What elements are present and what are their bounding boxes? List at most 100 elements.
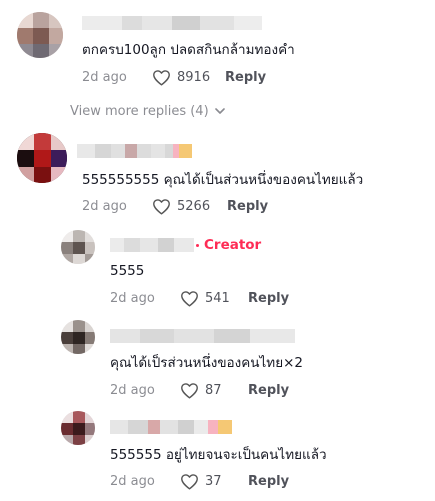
avatar-pixel	[17, 12, 33, 28]
heart-outline-icon	[153, 198, 170, 215]
like-button[interactable]: 8916	[152, 69, 225, 86]
view-more-label: View more replies (4)	[70, 104, 209, 119]
view-more-replies-button[interactable]: View more replies (4)	[70, 104, 225, 119]
avatar-pixel	[49, 28, 63, 44]
avatar-pixel	[73, 242, 85, 254]
avatar-pixel	[17, 167, 34, 183]
username[interactable]	[82, 16, 262, 30]
comment-time: 2d ago	[110, 382, 155, 398]
avatar-pixel	[33, 44, 49, 58]
reply-item: 555555 อยู่ไทยจนจะเป็นคนไทยแล้ว 2d ago 3…	[0, 408, 435, 500]
like-button[interactable]: 87	[180, 382, 245, 399]
avatar-pixel	[51, 133, 67, 150]
avatar-pixel	[85, 320, 95, 332]
avatar-pixel	[85, 242, 95, 254]
creator-label: Creator	[204, 237, 262, 253]
like-count: 5266	[177, 198, 211, 214]
avatar-pixel	[61, 320, 73, 332]
chevron-down-icon	[214, 108, 225, 114]
avatar-pixel	[33, 12, 49, 28]
avatar-pixel	[85, 344, 95, 354]
reply-item: คุณได้เป็รส่วนหนึ่งของคนไทย×2 2d ago 87 …	[0, 317, 435, 405]
avatar-pixel	[34, 167, 51, 183]
comment-text: 555555 อยู่ไทยจนจะเป็นคนไทยแล้ว	[110, 447, 327, 463]
avatar-pixel	[85, 423, 95, 435]
avatar-pixel	[73, 344, 85, 354]
like-count: 87	[205, 382, 222, 398]
comment-time: 2d ago	[82, 69, 127, 85]
avatar-pixel	[85, 411, 95, 423]
comment-meta: 2d ago 37 Reply	[110, 472, 289, 490]
avatar-pixel	[51, 167, 67, 183]
reply-button[interactable]: Reply	[227, 199, 268, 214]
avatar-pixel	[61, 344, 73, 354]
avatar-pixel	[49, 12, 63, 28]
comment-text: คุณได้เป็รส่วนหนึ่งของคนไทย×2	[110, 355, 304, 371]
avatar[interactable]	[17, 12, 63, 58]
avatar-pixel	[85, 435, 95, 445]
heart-outline-icon	[153, 69, 170, 86]
avatar-pixel	[61, 242, 73, 254]
like-button[interactable]: 541	[180, 290, 245, 307]
avatar-pixel	[51, 150, 67, 167]
avatar-pixel	[85, 254, 95, 264]
avatar-pixel	[34, 150, 51, 167]
avatar-pixel	[34, 133, 51, 150]
comment-time: 2d ago	[82, 198, 127, 214]
avatar[interactable]	[61, 320, 95, 354]
avatar-pixel	[17, 150, 34, 167]
avatar-pixel	[49, 44, 63, 58]
reply-button[interactable]: Reply	[248, 291, 289, 306]
comment-meta: 2d ago 8916 Reply	[82, 68, 266, 86]
avatar-pixel	[61, 254, 73, 264]
avatar-pixel	[73, 435, 85, 445]
avatar-pixel	[61, 423, 73, 435]
avatar-pixel	[73, 332, 85, 344]
comment-item: ตกครบ100ลูก ปลดสกินกล้ามทองคำ 2d ago 891…	[0, 0, 435, 100]
username[interactable]	[110, 238, 194, 252]
like-button[interactable]: 5266	[152, 198, 225, 215]
comment-time: 2d ago	[110, 290, 155, 306]
creator-badge: Creator	[196, 237, 261, 253]
like-count: 541	[205, 290, 230, 306]
like-button[interactable]: 37	[180, 473, 245, 490]
heart-outline-icon	[181, 290, 198, 307]
avatar-pixel	[17, 28, 33, 44]
username[interactable]	[110, 420, 232, 434]
avatar-pixel	[73, 411, 85, 423]
heart-outline-icon	[181, 473, 198, 490]
avatar[interactable]	[61, 230, 95, 264]
avatar-pixel	[61, 332, 73, 344]
avatar-pixel	[17, 133, 34, 150]
separator-dot	[196, 243, 199, 247]
avatar-pixel	[85, 332, 95, 344]
username[interactable]	[110, 329, 295, 343]
reply-item: Creator 5555 2d ago 541 Reply	[0, 225, 435, 313]
comment-time: 2d ago	[110, 473, 155, 489]
avatar-pixel	[61, 230, 73, 242]
comment-meta: 2d ago 5266 Reply	[82, 197, 268, 215]
username[interactable]	[77, 144, 192, 158]
avatar-pixel	[61, 435, 73, 445]
avatar-pixel	[73, 230, 85, 242]
avatar-pixel	[33, 28, 49, 44]
comment-text: ตกครบ100ลูก ปลดสกินกล้ามทองคำ	[82, 42, 295, 58]
reply-button[interactable]: Reply	[248, 383, 289, 398]
like-count: 8916	[177, 69, 211, 85]
avatar[interactable]	[61, 411, 95, 445]
avatar-pixel	[73, 254, 85, 264]
avatar-pixel	[73, 320, 85, 332]
avatar-pixel	[85, 230, 95, 242]
like-count: 37	[205, 473, 222, 489]
reply-button[interactable]: Reply	[225, 70, 266, 85]
heart-outline-icon	[181, 382, 198, 399]
avatar-pixel	[61, 411, 73, 423]
comment-meta: 2d ago 87 Reply	[110, 381, 289, 399]
avatar-pixel	[73, 423, 85, 435]
comment-item: 555555555 คุณได้เป็นส่วนหนึ่งของคนไทยแล้…	[0, 128, 435, 220]
avatar[interactable]	[17, 133, 67, 183]
comment-text: 5555	[110, 263, 145, 279]
avatar-pixel	[17, 44, 33, 58]
reply-button[interactable]: Reply	[248, 474, 289, 489]
comment-meta: 2d ago 541 Reply	[110, 289, 289, 307]
